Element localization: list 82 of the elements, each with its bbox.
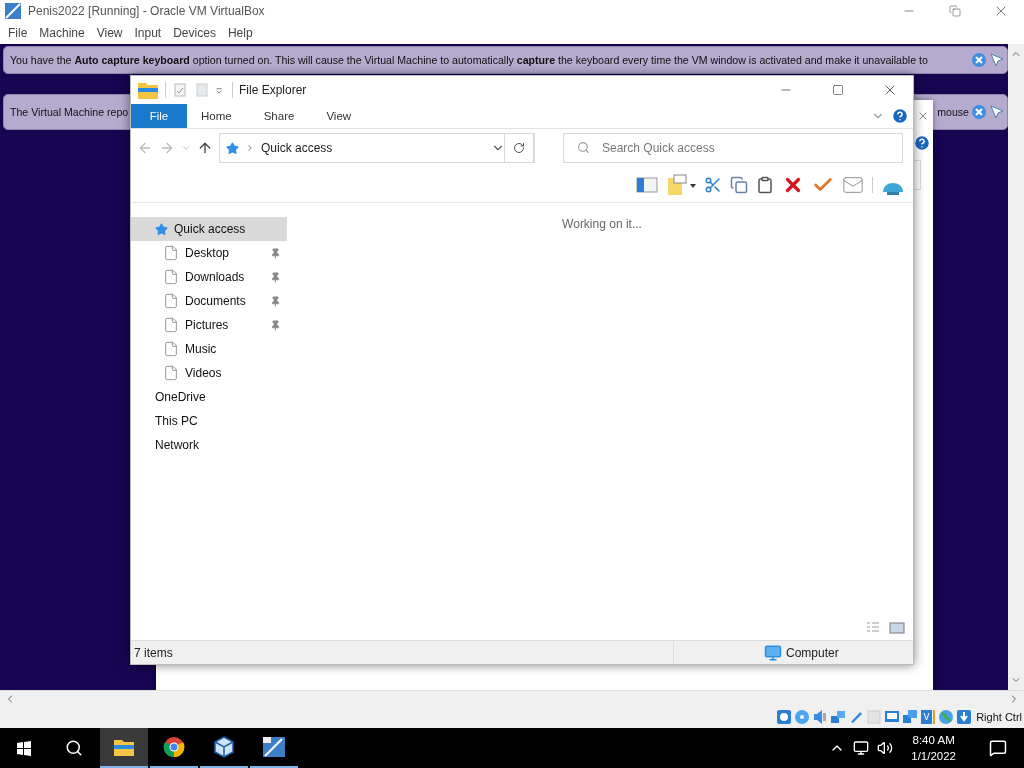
notice-text: You have the Auto capture keyboard option turned on. This will cause the Virtual Machine to automatically capture the keyboard every time the VM window is activated and make it unavailable to	[10, 54, 928, 66]
chevron-icon	[245, 143, 255, 153]
item-count: 7 items	[134, 645, 173, 660]
pointer-icon[interactable]	[989, 52, 1005, 68]
menu-item[interactable]: Machine	[33, 26, 91, 40]
window-title: Penis2022 [Running] - Oracle VM VirtualBox	[28, 4, 266, 18]
download-icon[interactable]	[956, 709, 973, 725]
address-bar[interactable]: Quick access	[219, 133, 535, 163]
nav-item[interactable]: This PC	[131, 409, 287, 433]
pointer-icon[interactable]	[989, 104, 1005, 120]
star-icon	[226, 141, 239, 155]
copy-icon[interactable]	[730, 175, 748, 194]
nav-item[interactable]: Music	[131, 337, 287, 361]
ribbon-tab[interactable]: Share	[249, 104, 309, 128]
horizontal-scrollbar[interactable]	[0, 690, 1024, 706]
note-icon[interactable]	[666, 173, 696, 196]
help-icon[interactable]	[891, 107, 909, 125]
cube-icon	[213, 736, 235, 758]
ribbon-tab[interactable]: Home	[187, 104, 246, 128]
search-icon	[577, 141, 590, 154]
nav-item[interactable]: Videos	[131, 361, 287, 385]
menu-item[interactable]: Help	[221, 26, 259, 40]
file-icon	[163, 269, 179, 285]
refresh-button[interactable]	[504, 133, 534, 163]
nav-item[interactable]: Downloads	[131, 265, 287, 289]
forward-icon[interactable]	[159, 140, 175, 156]
loading-message: Working on it...	[562, 217, 642, 233]
close-icon[interactable]	[917, 110, 929, 122]
maximize-icon	[832, 84, 844, 96]
restore-icon	[949, 5, 961, 17]
new-folder-icon	[194, 82, 210, 98]
window-title: File Explorer	[239, 83, 308, 97]
scissors-icon[interactable]	[704, 175, 722, 194]
folder-icon	[137, 80, 159, 100]
disc-icon[interactable]	[794, 709, 811, 725]
host-key-label: Right Ctrl	[976, 711, 1022, 723]
speaker-icon[interactable]	[812, 709, 829, 725]
zone-label: Computer	[786, 645, 839, 660]
star-icon	[155, 222, 168, 236]
speech-bubble-icon	[989, 739, 1007, 757]
network-icon[interactable]	[853, 740, 870, 756]
nav-item[interactable]: Pictures	[131, 313, 287, 337]
up-icon[interactable]	[197, 140, 213, 156]
pane-icon[interactable]	[636, 175, 658, 194]
file-icon	[163, 341, 179, 357]
search-field[interactable]: Search Quick access	[563, 133, 903, 163]
nav-item[interactable]: OneDrive	[131, 385, 287, 409]
close-icon[interactable]	[971, 104, 987, 120]
close-icon[interactable]	[971, 52, 987, 68]
notice-text: mouse	[937, 106, 969, 118]
refresh-icon	[513, 142, 525, 154]
clock[interactable]: 8:40 AM 1/1/2022	[901, 732, 966, 764]
menu-item[interactable]: Input	[128, 26, 168, 40]
menu-item[interactable]: File	[2, 26, 34, 40]
search-icon	[65, 739, 83, 757]
nav-item[interactable]: Network	[131, 433, 287, 457]
help-icon[interactable]	[913, 134, 931, 152]
clipboard-icon[interactable]	[756, 175, 774, 194]
back-icon[interactable]	[137, 140, 153, 156]
monitor-icon	[764, 643, 782, 662]
notice-text: The Virtual Machine repo	[10, 106, 129, 118]
taskbar-app[interactable]	[100, 728, 148, 768]
folder-icon	[113, 737, 135, 757]
chrome-icon	[163, 736, 185, 758]
ribbon-tab[interactable]: View	[312, 104, 366, 128]
file-icon	[163, 293, 179, 309]
file-icon	[163, 317, 179, 333]
app-icon	[262, 736, 286, 758]
thumbnail-view-icon[interactable]	[889, 620, 905, 636]
nav-item[interactable]: Quick access	[131, 217, 287, 241]
v-icon[interactable]	[920, 709, 937, 725]
nav-item[interactable]: Documents	[131, 289, 287, 313]
file-icon	[163, 245, 179, 261]
menu-item[interactable]: View	[90, 26, 129, 40]
windows-logo-icon	[16, 740, 32, 756]
nav-item[interactable]: Desktop	[131, 241, 287, 265]
menu-item[interactable]: Devices	[167, 26, 222, 40]
windows-icon[interactable]	[902, 709, 919, 725]
ribbon-tab[interactable]: File	[131, 104, 187, 128]
file-icon	[163, 365, 179, 381]
properties-icon	[172, 82, 188, 98]
monitor-icon[interactable]	[884, 709, 901, 725]
